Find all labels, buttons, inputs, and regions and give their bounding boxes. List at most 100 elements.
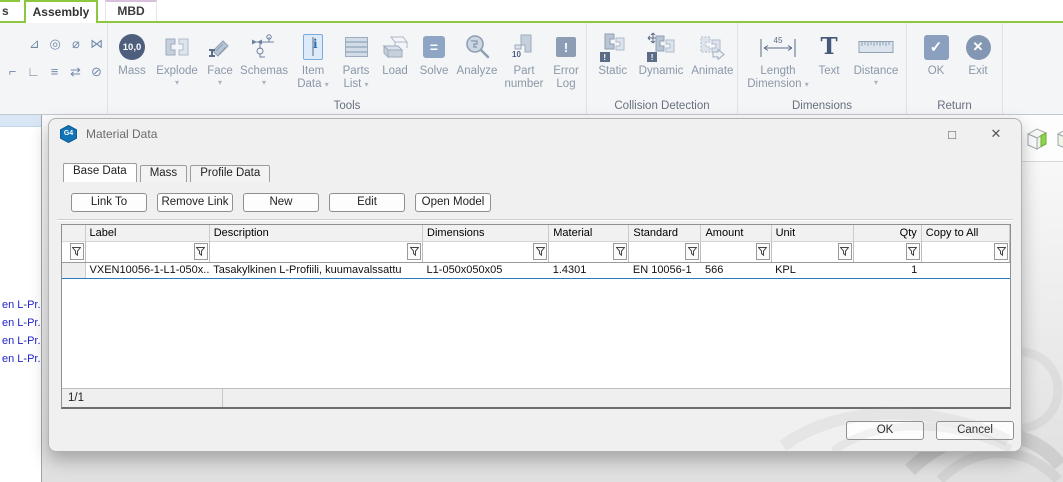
cell-dimensions[interactable]: L1-050x050x05 [423,262,549,278]
cell-label[interactable]: VXEN10056-1-L1-050x... [85,262,209,278]
schemas-icon [250,34,278,60]
row-selector-cell[interactable] [62,262,85,278]
dropdown-icon[interactable]: ▾ [805,80,809,89]
filter-cell[interactable] [853,241,921,262]
col-header-description[interactable]: Description [209,225,422,241]
dialog-tabs: Base Data Mass Profile Data [63,163,273,182]
group-label-dimensions: Dimensions [738,100,906,112]
dialog-cancel-button[interactable]: Cancel [936,421,1014,440]
app-window: s Assembly MBD ⊿ ◎ ⌀ ⋈ ⌐ ∟ ≡ ⇄ ⊘ 1 [0,0,1063,482]
model-tree-panel: en L-Pr. en L-Pr. en L-Pr. en L-Pr. [0,115,42,482]
cell-copy-to-all[interactable] [921,262,1009,278]
new-button[interactable]: New [243,193,319,212]
dropdown-icon[interactable]: ▾ [218,78,222,89]
col-header-material[interactable]: Material [549,225,629,241]
item-data-icon: i [312,37,314,56]
filter-cell[interactable] [549,241,629,262]
perpendicular-constraint-icon[interactable]: ∟ [23,63,44,81]
tangent-constraint-icon[interactable]: ⌀ [66,35,87,53]
ribbon: ⊿ ◎ ⌀ ⋈ ⌐ ∟ ≡ ⇄ ⊘ 10,0 Mass [0,23,1063,115]
edit-button[interactable]: Edit [329,193,405,212]
group-label-collision: Collision Detection [587,100,737,112]
dropdown-icon[interactable]: ▾ [874,78,878,89]
explode-icon [164,36,190,58]
solve-icon: = [423,36,445,58]
tab-mbd[interactable]: MBD [105,0,157,21]
dropdown-icon[interactable]: ▾ [325,80,329,89]
tab-assembly[interactable]: Assembly [24,0,98,23]
filter-cell[interactable] [629,241,701,262]
filter-cell[interactable] [62,241,85,262]
col-header-unit[interactable]: Unit [771,225,853,241]
filter-cell[interactable] [209,241,422,262]
dialog-toolbar: Link To Remove Link New Edit Open Model [71,193,491,212]
grid-row-selected[interactable]: VXEN10056-1-L1-050x... Tasakylkinen L-Pr… [62,262,1010,278]
tree-item[interactable]: en L-Pr. [2,335,41,347]
tree-item[interactable]: en L-Pr. [2,299,41,311]
tree-item[interactable]: en L-Pr. [2,353,41,365]
ribbon-filler [1003,23,1063,114]
cell-unit[interactable]: KPL [771,262,853,278]
divider [57,219,1013,221]
exit-cross-icon: ✕ [966,35,991,60]
tab-base-data[interactable]: Base Data [63,163,137,182]
grid-pager: 1/1 [62,388,1010,407]
maximize-icon[interactable]: □ [943,127,961,142]
material-data-dialog: G4 Material Data □ ✕ Base Data Mass Prof… [48,118,1022,452]
view-cube-icon-partial[interactable] [1055,126,1063,152]
ribbon-group-dimensions: 45 Length Dimension ▾ T Text Distance ▾ … [738,23,907,114]
dialog-title: Material Data [86,127,157,141]
parts-list-icon [345,37,368,57]
filter-cell[interactable] [771,241,853,262]
tab-partial[interactable]: s [0,0,20,21]
cell-standard[interactable]: EN 10056-1 [629,262,701,278]
coincident-constraint-icon[interactable]: ⌐ [2,63,23,81]
grid-filter-row [62,241,1010,262]
filter-cell[interactable] [921,241,1009,262]
concentric-constraint-icon[interactable]: ◎ [45,35,66,53]
dropdown-icon[interactable]: ▾ [175,78,179,89]
filter-cell[interactable] [701,241,771,262]
filter-icon [410,247,419,256]
close-icon[interactable]: ✕ [987,126,1005,142]
fix-constraint-icon[interactable]: ⊘ [86,63,107,81]
collision-alert-icon: ! [600,52,610,62]
filter-cell[interactable] [85,241,209,262]
view-cube-icon[interactable] [1025,126,1049,152]
mass-icon: 10,0 [119,34,145,60]
g4-app-icon: G4 [59,125,78,143]
col-header-amount[interactable]: Amount [701,225,771,241]
analyze-icon [464,34,491,61]
col-header-standard[interactable]: Standard [629,225,701,241]
col-header-label[interactable]: Label [85,225,209,241]
ribbon-tab-bar: s Assembly MBD [0,0,1063,23]
cell-material[interactable]: 1.4301 [549,262,629,278]
filter-icon [840,247,849,256]
col-header-copy-to-all[interactable]: Copy to All [921,225,1009,241]
col-header-dimensions[interactable]: Dimensions [423,225,549,241]
cell-description[interactable]: Tasakylkinen L-Profiili, kuumavalssattu [209,262,422,278]
angle-constraint-icon[interactable]: ⊿ [24,35,45,53]
tree-item[interactable]: en L-Pr. [2,317,41,329]
filter-cell[interactable] [423,241,549,262]
horizontal-constraint-icon[interactable]: ⇄ [65,63,86,81]
face-icon [207,34,233,60]
open-model-button[interactable]: Open Model [415,193,491,212]
tab-mass[interactable]: Mass [140,165,187,182]
pager-divider [222,389,223,407]
cell-amount[interactable]: 566 [701,262,771,278]
quick-constraint-group: ⊿ ◎ ⌀ ⋈ ⌐ ∟ ≡ ⇄ ⊘ [0,23,108,114]
parallel-constraint-icon[interactable]: ≡ [44,63,65,81]
dialog-titlebar[interactable]: G4 Material Data □ ✕ [49,119,1021,149]
symmetry-constraint-icon[interactable]: ⋈ [86,35,107,53]
text-icon: T [820,34,837,60]
group-label-tools: Tools [108,100,586,112]
dropdown-icon[interactable]: ▾ [365,80,369,89]
cell-qty[interactable]: 1 [853,262,921,278]
col-header-qty[interactable]: Qty [853,225,921,241]
link-to-button[interactable]: Link To [71,193,147,212]
dialog-ok-button[interactable]: OK [846,421,924,440]
tab-profile-data[interactable]: Profile Data [190,165,270,182]
remove-link-button[interactable]: Remove Link [157,193,233,212]
dropdown-icon[interactable]: ▾ [262,78,266,89]
